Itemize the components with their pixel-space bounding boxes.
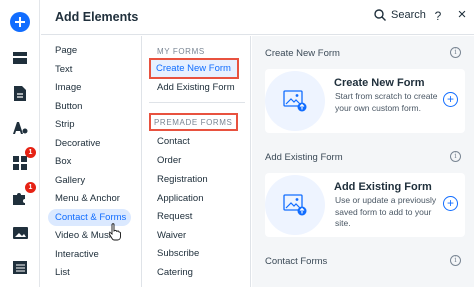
premade-item-registration[interactable]: Registration [157,174,208,185]
image-upload-icon [283,194,307,216]
category-box[interactable]: Box [48,153,136,170]
notification-badge: 1 [25,147,36,158]
premade-item-order[interactable]: Order [157,155,181,166]
info-icon[interactable]: i [450,47,461,58]
category-page[interactable]: Page [48,42,136,59]
premade-item-waiver[interactable]: Waiver [157,230,186,241]
premade-item-catering[interactable]: Catering [157,267,193,278]
category-text[interactable]: Text [48,61,136,78]
form-thumbnail [265,71,325,131]
form-type-list: MY FORMS Create New Form Add Existing Fo… [143,36,251,287]
card-title: Create New Form [334,77,425,89]
table-icon [13,260,27,274]
premade-item-contact[interactable]: Contact [157,136,190,147]
notification-badge: 1 [25,182,36,193]
info-icon[interactable]: i [450,151,461,162]
category-list: Page Text Image Button Strip Decorative … [41,36,142,287]
category-decorative[interactable]: Decorative [48,135,136,152]
add-button[interactable]: + [443,196,458,211]
create-new-form-card[interactable]: Create New Form Start from scratch to cr… [265,69,465,133]
theme-icon [13,122,28,134]
premade-item-application[interactable]: Application [157,193,203,204]
category-interactive[interactable]: Interactive [48,246,136,263]
add-elements-button[interactable] [8,10,32,34]
sections-button[interactable] [8,46,32,70]
panel-header: Add Elements Search ? × [41,0,474,35]
create-new-form-item[interactable]: Create New Form [149,58,239,79]
premade-forms-heading: PREMADE FORMS [149,113,239,131]
info-icon[interactable]: i [450,255,461,266]
category-video-music[interactable]: Video & Music [48,227,136,244]
plus-icon: + [446,196,454,210]
my-forms-heading: MY FORMS [157,47,205,56]
category-image[interactable]: Image [48,79,136,96]
image-icon [12,227,28,239]
plus-icon: + [446,92,454,106]
design-button[interactable] [8,116,32,140]
category-strip[interactable]: Strip [48,116,136,133]
media-button[interactable] [8,221,32,245]
card-description: Use or update a previously saved form to… [335,195,437,228]
card-title: Add Existing Form [334,181,432,193]
group-label-contact: Contact Forms [265,256,328,267]
help-icon: ? [434,9,442,23]
close-icon: × [457,6,467,23]
add-button[interactable]: + [443,92,458,107]
panel-title: Add Elements [55,10,139,24]
form-thumbnail [265,175,325,235]
group-label-existing: Add Existing Form [265,152,343,163]
group-label-create: Create New Form [265,48,340,59]
help-button[interactable]: ? [430,9,446,23]
search-button[interactable]: Search [374,9,426,21]
add-existing-form-card[interactable]: Add Existing Form Use or update a previo… [265,173,465,237]
pages-button[interactable] [8,81,32,105]
puzzle-icon [13,193,25,205]
card-description: Start from scratch to create your own cu… [335,91,438,113]
close-button[interactable]: × [454,6,470,23]
category-gallery[interactable]: Gallery [48,172,136,189]
premade-item-request[interactable]: Request [157,211,192,222]
category-menu-anchor[interactable]: Menu & Anchor [48,190,136,207]
premade-item-subscribe[interactable]: Subscribe [157,248,199,259]
business-button[interactable]: 1 [8,182,36,210]
page-icon [14,85,26,101]
divider [149,102,245,103]
left-toolbar: 1 1 [0,0,40,287]
add-existing-form-item[interactable]: Add Existing Form [157,82,235,93]
sections-icon [13,52,27,64]
image-upload-icon [283,90,307,112]
hand-cursor-icon [108,223,121,241]
category-list[interactable]: List [48,264,136,281]
category-button[interactable]: Button [48,98,136,115]
search-icon [374,9,386,21]
apps-button[interactable]: 1 [8,147,36,175]
search-label: Search [391,9,426,21]
content-panel: Create New Form i Create New Form Start … [252,36,474,287]
apps-icon [13,156,27,170]
cms-button[interactable] [8,255,32,279]
plus-icon [10,12,30,32]
